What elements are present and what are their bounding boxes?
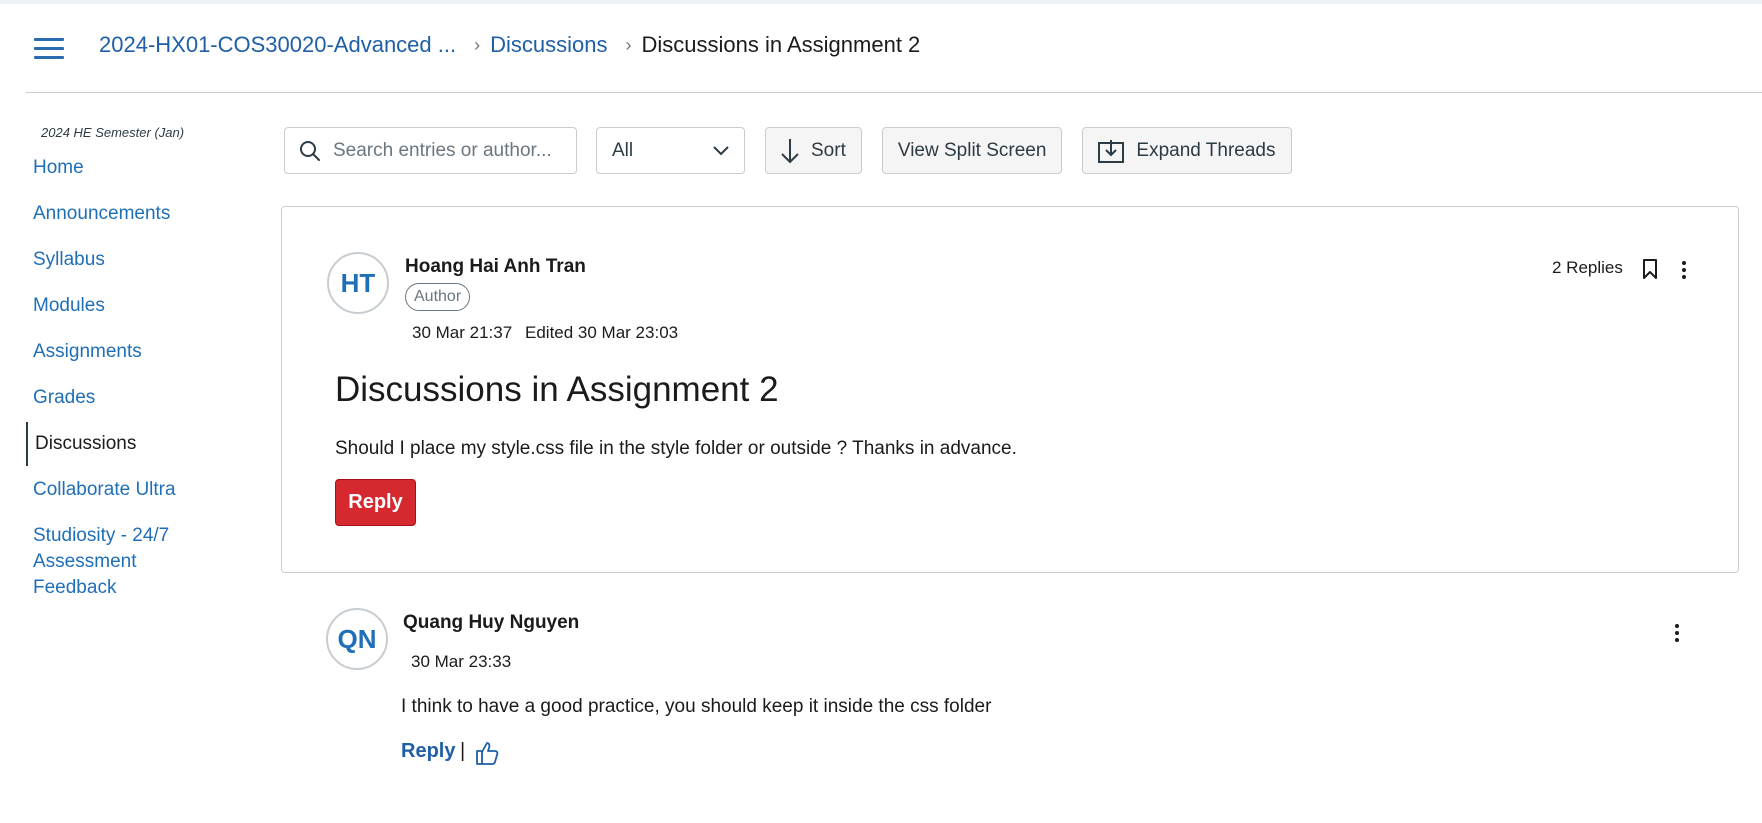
chevron-right-icon: › — [625, 34, 632, 55]
sidebar-item-grades[interactable]: Grades — [26, 385, 246, 411]
author-name[interactable]: Hoang Hai Anh Tran — [405, 256, 586, 278]
page-header: 2024-HX01-COS30020-Advanced ... › Discus… — [26, 4, 1762, 93]
filter-select[interactable]: All — [596, 127, 745, 174]
sidebar-item-announcements[interactable]: Announcements — [26, 201, 246, 227]
search-input[interactable] — [333, 139, 563, 162]
reply-link[interactable]: Reply — [401, 740, 455, 763]
discussion-toolbar: All Sort View Split Screen Expand Thread… — [284, 127, 1292, 174]
post-body: Should I place my style.css file in the … — [335, 438, 1017, 459]
author-badge: Author — [405, 283, 471, 311]
search-icon — [300, 140, 320, 161]
sidebar-item-assignments[interactable]: Assignments — [26, 339, 246, 365]
expand-threads-label: Expand Threads — [1136, 139, 1276, 161]
breadcrumb-course-link[interactable]: 2024-HX01-COS30020-Advanced ... — [99, 32, 456, 58]
chevron-right-icon: › — [474, 34, 481, 55]
term-label: 2024 HE Semester (Jan) — [41, 125, 185, 140]
breadcrumb-discussions-link[interactable]: Discussions — [490, 32, 607, 58]
sidebar-item-modules[interactable]: Modules — [26, 293, 246, 319]
arrow-down-icon — [781, 138, 799, 163]
course-navigation: 2024 HE Semester (Jan) Home Announcement… — [26, 125, 246, 621]
more-options-icon[interactable] — [1678, 259, 1690, 281]
post-title: Discussions in Assignment 2 — [335, 370, 779, 409]
avatar[interactable]: QN — [326, 608, 388, 670]
filter-select-value: All — [612, 139, 634, 161]
post-edited-timestamp: Edited 30 Mar 23:03 — [525, 323, 679, 342]
bookmark-icon[interactable] — [1642, 258, 1658, 280]
sort-button[interactable]: Sort — [765, 127, 862, 174]
reply-timestamp: 30 Mar 23:33 — [411, 652, 512, 671]
reply-author-name[interactable]: Quang Huy Nguyen — [403, 612, 579, 634]
thumbs-up-icon[interactable] — [475, 740, 499, 766]
sidebar-item-syllabus[interactable]: Syllabus — [26, 247, 246, 273]
reply-body: I think to have a good practice, you sho… — [401, 696, 992, 717]
sidebar-item-home[interactable]: Home — [26, 155, 246, 181]
expand-threads-button[interactable]: Expand Threads — [1082, 127, 1292, 174]
sidebar-item-studiosity[interactable]: Studiosity - 24/7 Assessment Feedback — [26, 523, 196, 601]
sidebar-item-collaborate-ultra[interactable]: Collaborate Ultra — [26, 477, 246, 503]
discussion-topic-card: HT Hoang Hai Anh Tran Author 30 Mar 21:3… — [281, 206, 1739, 573]
hamburger-menu-icon[interactable] — [34, 38, 64, 60]
breadcrumb: 2024-HX01-COS30020-Advanced ... › Discus… — [99, 32, 920, 58]
expand-icon — [1098, 139, 1125, 163]
breadcrumb-current: Discussions in Assignment 2 — [641, 32, 921, 57]
chevron-down-icon — [713, 145, 729, 155]
sort-button-label: Sort — [811, 139, 846, 161]
more-options-icon[interactable] — [1671, 622, 1683, 644]
reply-divider: | — [460, 740, 466, 762]
avatar[interactable]: HT — [327, 252, 389, 314]
sidebar-item-discussions[interactable]: Discussions — [26, 422, 246, 466]
search-field[interactable] — [284, 127, 577, 174]
replies-count: 2 Replies — [1552, 258, 1623, 277]
split-screen-label: View Split Screen — [897, 139, 1047, 161]
reply-button[interactable]: Reply — [335, 479, 416, 526]
view-split-screen-button[interactable]: View Split Screen — [881, 127, 1063, 174]
post-timestamp: 30 Mar 21:37 — [412, 323, 513, 342]
